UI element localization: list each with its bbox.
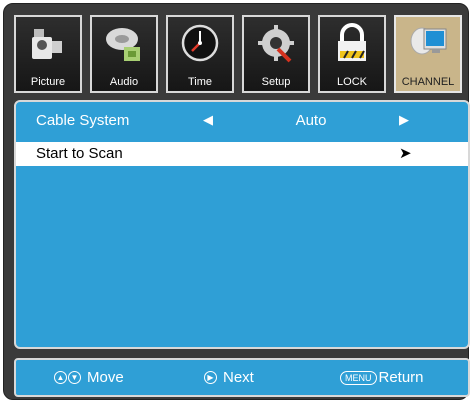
tab-lock[interactable]: LOCK [318, 15, 386, 93]
cable-system-value: Auto [295, 112, 327, 129]
menu-tabs: Picture Audio Time Setup LOCK CHANNEL [14, 15, 464, 93]
arrow-left-icon[interactable]: ◀ [203, 112, 213, 128]
move-label: Move [87, 369, 124, 386]
return-hint: MENU Return [340, 369, 424, 386]
setup-icon [258, 25, 294, 63]
tab-label: Time [187, 76, 213, 88]
help-bar: ▲ ▼ Move ▶ Next MENU Return [14, 358, 470, 397]
cable-system-label: Cable System [36, 112, 130, 129]
enter-arrow-icon: ➤ [399, 145, 412, 162]
tab-channel[interactable]: CHANNEL [394, 15, 462, 93]
tab-picture[interactable]: Picture [14, 15, 82, 93]
tv-menu-frame: Picture Audio Time Setup LOCK CHANNEL Ca… [3, 3, 470, 400]
channel-icon [410, 27, 447, 55]
arrow-right-icon[interactable]: ▶ [399, 112, 409, 128]
next-label: Next [223, 369, 254, 386]
audio-icon [106, 28, 140, 61]
up-down-keys-icon: ▲ ▼ [54, 371, 81, 384]
tab-time[interactable]: Time [166, 15, 234, 93]
menu-key-icon: MENU [340, 370, 377, 385]
return-label: Return [378, 369, 424, 386]
tab-audio[interactable]: Audio [90, 15, 158, 93]
clock-icon [181, 24, 219, 62]
right-key-icon: ▶ [204, 371, 217, 384]
lock-icon [338, 23, 366, 61]
tab-label: CHANNEL [401, 76, 455, 88]
tab-label: Setup [261, 76, 291, 88]
next-hint: ▶ Next [204, 369, 254, 386]
tab-label: Picture [30, 76, 66, 88]
picture-icon [32, 29, 62, 59]
start-scan-label: Start to Scan [36, 145, 123, 162]
cable-system-row[interactable]: Cable System ◀ Auto ▶ [16, 108, 468, 134]
tab-label: LOCK [337, 76, 367, 88]
channel-settings-panel: Cable System ◀ Auto ▶ Start to Scan ➤ [14, 100, 470, 349]
tab-setup[interactable]: Setup [242, 15, 310, 93]
start-scan-row[interactable]: Start to Scan ➤ [16, 142, 468, 166]
tab-label: Audio [109, 76, 139, 88]
move-hint: ▲ ▼ Move [54, 369, 124, 386]
